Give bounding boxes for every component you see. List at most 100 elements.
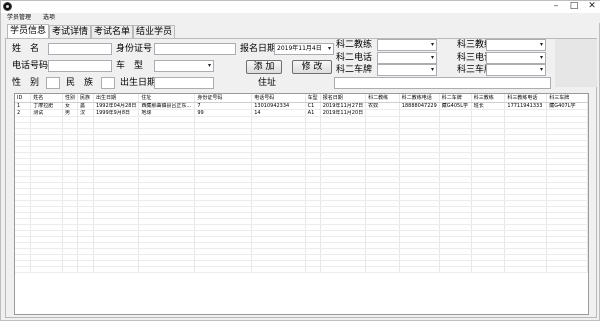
column-header[interactable]: 身份证号码 [194, 94, 253, 103]
reg-date-picker[interactable]: 2019年11月4日 ▾ [274, 43, 334, 55]
empty-cell [471, 266, 506, 273]
empty-cell [320, 266, 367, 273]
table-cell: 蠡 [77, 102, 94, 110]
table-cell: 女 [62, 102, 78, 110]
birth-date-input[interactable] [154, 77, 214, 89]
column-header[interactable]: 科二教练 [365, 94, 400, 103]
edit-button[interactable]: 修 改 [292, 60, 332, 74]
column-header[interactable]: ID [15, 94, 32, 103]
tab-student-info[interactable]: 学员信息 [7, 24, 50, 38]
add-button[interactable]: 添 加 [246, 60, 282, 74]
table-cell: 2019年11月27日 [320, 102, 367, 110]
name-input[interactable] [48, 43, 112, 55]
table-cell: 农奴 [365, 102, 400, 110]
tab-graduates[interactable]: 结业学员 [133, 25, 176, 38]
empty-row [15, 266, 588, 273]
menu-options[interactable]: 选项 [43, 14, 55, 21]
table-cell: 99 [194, 109, 253, 117]
reg-date-label: 报名日期 [240, 44, 277, 54]
birth-date-label: 出生日期 [120, 78, 157, 88]
column-header[interactable]: 科二车牌 [439, 94, 472, 103]
phone-input[interactable] [48, 60, 112, 72]
app-logo-icon [3, 2, 12, 11]
column-header[interactable]: 姓名 [30, 94, 63, 103]
table-cell: 汉 [77, 109, 94, 117]
empty-cell [504, 266, 548, 273]
table-cell: 7 [194, 102, 253, 110]
maximize-button[interactable]: □ [565, 1, 583, 13]
table-cell [546, 109, 588, 117]
k2-coach-label: 科二教练 [336, 40, 373, 50]
table-cell: A1 [305, 109, 321, 117]
menu-student-management[interactable]: 学员管理 [7, 14, 31, 21]
dropdown-arrow-icon: ▾ [539, 66, 543, 73]
table-cell: 丁摩拉肥 [30, 102, 63, 110]
empty-cell [138, 266, 196, 273]
reg-date-value: 2019年11月4日 [277, 45, 322, 52]
column-header[interactable]: 民族 [77, 94, 94, 103]
gender-input[interactable] [46, 77, 60, 89]
table-cell: 男 [62, 109, 78, 117]
table-cell: 2 [15, 109, 32, 117]
column-header[interactable]: 性别 [62, 94, 78, 103]
column-header[interactable]: 科三车牌 [546, 94, 588, 103]
empty-cell [15, 266, 32, 273]
table-cell [399, 109, 440, 117]
table-cell: 测试 [30, 109, 63, 117]
tab-exam-details[interactable]: 考试详情 [49, 25, 92, 38]
id-number-label: 身份证号 [116, 44, 153, 54]
empty-cell [77, 266, 94, 273]
k2-phone-select[interactable]: ▾ [377, 52, 437, 64]
table-cell: 13010942334 [251, 102, 306, 110]
column-header[interactable]: 电话号码 [251, 94, 306, 103]
empty-cell [194, 266, 253, 273]
dropdown-arrow-icon: ▾ [539, 54, 543, 61]
car-type-select[interactable]: ▾ [154, 60, 214, 72]
empty-cell [399, 266, 440, 273]
ethnicity-input[interactable] [101, 77, 115, 89]
k2-coach-select[interactable]: ▾ [377, 39, 437, 51]
column-header[interactable]: 报名日期 [320, 94, 367, 103]
tab-exam-list[interactable]: 考试名单 [91, 25, 134, 38]
address-input[interactable] [334, 77, 551, 89]
empty-cell [62, 266, 78, 273]
student-info-panel: 姓 名 身份证号 报名日期 2019年11月4日 ▾ 科二教练 ▾ 科三教练 ▾… [5, 38, 597, 318]
column-header[interactable]: 住址 [138, 94, 196, 103]
column-header[interactable]: 科三教练电话 [504, 94, 548, 103]
table-cell: 西藏那曲镇县吕正东… [138, 102, 196, 110]
column-header[interactable]: 出生日期 [93, 94, 140, 103]
gender-label: 性 别 [12, 78, 40, 88]
table-cell: 1992年04月28日 [93, 102, 140, 110]
column-header[interactable]: 科三教练 [471, 94, 506, 103]
k3-plate-select[interactable]: ▾ [486, 64, 546, 76]
tab-strip: 学员信息 考试详情 考试名单 结业学员 [7, 24, 176, 38]
table-row[interactable]: 1 丁摩拉肥女蠡 1992年04月28日 西藏那曲镇县吕正东… 7 13010942334… [15, 102, 588, 110]
k3-phone-select[interactable]: ▾ [486, 52, 546, 64]
close-button[interactable]: ✕ [583, 1, 600, 13]
column-header[interactable]: 车型 [305, 94, 321, 103]
table-cell: 地球 [138, 109, 196, 117]
empty-cell [93, 266, 140, 273]
column-header[interactable]: 科二教练电话 [399, 94, 440, 103]
k3-coach-select[interactable]: ▾ [486, 39, 546, 51]
empty-cell [439, 266, 472, 273]
minimize-button[interactable]: – [547, 1, 565, 13]
empty-cell [305, 266, 321, 273]
table-header-row: ID 姓名 性别 民族 出生日期 住址 身份证号码 电话号码 车型 报名日期 科二教练 科二教练电话科… [15, 94, 588, 103]
ethnicity-label: 民 族 [66, 78, 94, 88]
table-cell: 藏G405L学 [439, 102, 472, 110]
id-number-input[interactable] [154, 43, 236, 55]
car-type-label: 车 型 [116, 61, 144, 71]
dropdown-arrow-icon: ▾ [430, 41, 434, 48]
k2-phone-label: 科二电话 [336, 53, 373, 63]
dropdown-arrow-icon: ▾ [430, 54, 434, 61]
photo-box [555, 39, 597, 87]
table-cell: 1 [15, 102, 32, 110]
k2-plate-select[interactable]: ▾ [377, 64, 437, 76]
table-cell: 1999年9月8日 [93, 109, 140, 117]
student-table[interactable]: ID 姓名 性别 民族 出生日期 住址 身份证号码 电话号码 车型 报名日期 科二教练 科二教练电话科… [14, 93, 589, 315]
name-label: 姓 名 [12, 44, 40, 54]
table-cell: 藏G407L学 [546, 102, 588, 110]
table-row[interactable]: 2 测试男汉 1999年9月8日 地球 99 14 A1 2019年11月20日 [15, 109, 588, 117]
dropdown-arrow-icon: ▾ [207, 62, 211, 69]
